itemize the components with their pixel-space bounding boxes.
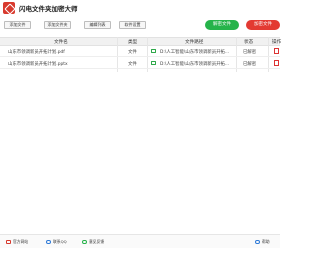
open-file-icon[interactable]: [274, 60, 279, 66]
bottom-bar: 官方网站 联系QQ 意见反馈 帮助: [0, 234, 280, 248]
row-status: 已解密: [243, 62, 257, 67]
home-icon: [6, 240, 11, 244]
row-file-name: 山东市领调新员开拓计划.pdf: [8, 50, 65, 55]
official-site-link[interactable]: 官方网站: [6, 239, 28, 245]
row-file-name: 山东市领调新员开拓计划.pptx: [8, 62, 68, 67]
column-type[interactable]: 类型: [128, 39, 137, 45]
help-label: 帮助: [262, 239, 270, 244]
table-row[interactable]: 山东市领调新员开拓计划.pptx 文件 D:\人工智能\山东市领调新员开拓...…: [0, 58, 280, 69]
column-name[interactable]: 文件名: [54, 39, 68, 45]
feedback-link[interactable]: 意见反馈: [82, 239, 104, 245]
app-logo-icon: [3, 2, 15, 14]
column-op[interactable]: 操作: [272, 39, 281, 45]
row-status: 已解密: [243, 50, 257, 55]
help-link[interactable]: 帮助: [255, 239, 270, 245]
folder-icon[interactable]: [151, 61, 156, 65]
qq-contact-link[interactable]: 联系QQ: [46, 239, 67, 245]
app-title: 闪电文件夹加密大师: [19, 5, 78, 13]
decrypt-file-button[interactable]: 解密文件: [205, 20, 239, 30]
add-file-button[interactable]: 添加文件: [4, 21, 31, 29]
table-header: 文件名 类型 文件路径 状态 操作: [0, 37, 281, 46]
edit-list-button[interactable]: 编辑列表: [84, 21, 111, 29]
qq-icon: [46, 240, 51, 244]
column-status[interactable]: 状态: [244, 39, 253, 45]
row-file-type: 文件: [128, 62, 137, 67]
toolbar: 添加文件 添加文件夹 编辑列表 软件设置 解密文件 加密文件: [0, 18, 280, 32]
encrypt-file-button[interactable]: 加密文件: [246, 20, 280, 30]
feedback-icon: [82, 240, 87, 244]
help-icon: [255, 240, 260, 244]
feedback-label: 意见反馈: [89, 239, 105, 244]
open-file-icon[interactable]: [274, 48, 279, 54]
row-file-path: D:\人工智能\山东市领调新员开拓...: [160, 62, 230, 67]
column-path[interactable]: 文件路径: [185, 39, 203, 45]
folder-icon[interactable]: [151, 49, 156, 53]
qq-contact-label: 联系QQ: [53, 239, 67, 244]
settings-button[interactable]: 软件设置: [119, 21, 146, 29]
official-site-label: 官方网站: [13, 239, 29, 244]
row-file-type: 文件: [128, 50, 137, 55]
title-bar: 闪电文件夹加密大师: [0, 0, 280, 16]
row-file-path: D:\人工智能\山东市领调新员开拓...: [160, 50, 230, 55]
add-folder-button[interactable]: 添加文件夹: [44, 21, 71, 29]
table-row[interactable]: 山东市领调新员开拓计划.pdf 文件 D:\人工智能\山东市领调新员开拓... …: [0, 46, 280, 57]
